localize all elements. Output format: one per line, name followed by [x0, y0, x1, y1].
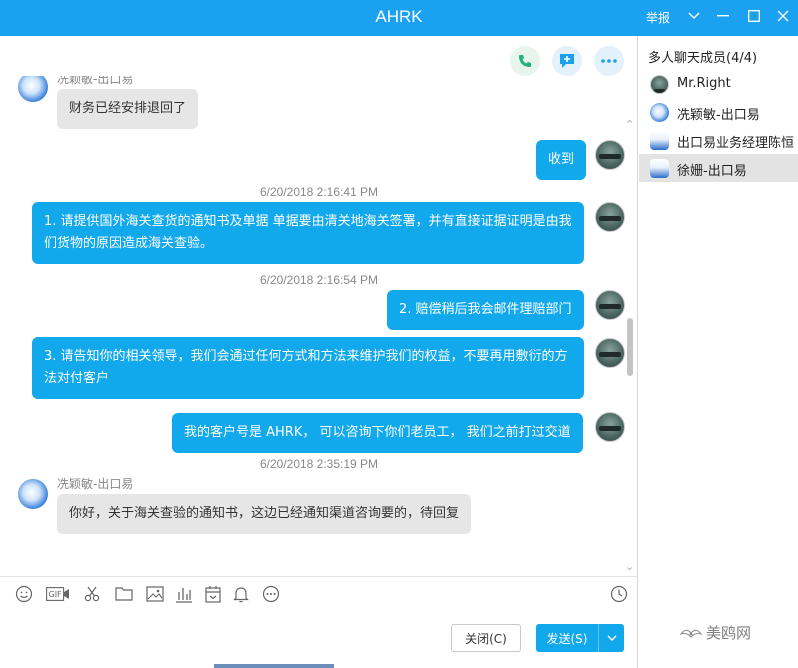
watermark-text: 美鸥网	[706, 624, 752, 642]
close-icon[interactable]	[773, 6, 793, 26]
more-tools-icon[interactable]	[261, 584, 281, 604]
member-name: Mr.Right	[677, 76, 731, 91]
chat-panel: 冼颖敏-出口易 财务已经安排退回了 收到 6/20/2018 2:16:41 P…	[0, 36, 638, 668]
member-item[interactable]: 徐姗-出口易	[639, 154, 798, 182]
member-name: 徐姗-出口易	[677, 164, 747, 179]
message-bubble: 你好，关于海关查验的通知书，这边已经通知渠道咨询要的，待回复	[57, 494, 472, 534]
close-button[interactable]: 关闭(C)	[451, 624, 521, 652]
avatar	[595, 140, 625, 170]
member-name: 出口易业务经理陈恒	[677, 136, 795, 151]
bird-logo-icon	[680, 629, 702, 638]
maximize-icon[interactable]	[744, 6, 764, 26]
chevron-down-icon[interactable]	[684, 6, 704, 26]
member-list-title: 多人聊天成员(4/4)	[648, 51, 758, 66]
minimize-icon[interactable]	[713, 6, 733, 26]
image-icon[interactable]	[145, 584, 165, 604]
taskbar-edge	[214, 664, 334, 668]
avatar	[650, 75, 669, 94]
avatar	[595, 290, 625, 320]
message-scrollbar[interactable]	[627, 318, 633, 376]
title-bar: AHRK 举报	[0, 0, 798, 36]
message-sender: 冼颖敏-出口易	[57, 477, 134, 491]
folder-icon[interactable]	[114, 584, 134, 604]
send-options-button[interactable]	[598, 624, 624, 652]
member-item[interactable]: 出口易业务经理陈恒	[639, 126, 798, 154]
window-title: AHRK	[375, 7, 423, 26]
message-bubble: 2. 赔偿稍后我会邮件理赔部门	[387, 290, 584, 330]
avatar	[18, 76, 48, 102]
avatar	[18, 479, 48, 509]
avatar	[650, 131, 669, 150]
bell-icon[interactable]	[231, 584, 251, 604]
member-panel: 多人聊天成员(4/4) Mr.Right 冼颖敏-出口易 出口易业务经理陈恒 徐…	[639, 36, 798, 668]
send-button[interactable]: 发送(S)	[536, 624, 598, 652]
message-bubble: 1. 请提供国外海关查货的通知书及单据 单据要由清关地海关签署，并有直接证据证明…	[32, 202, 584, 264]
svg-text:GIF: GIF	[49, 590, 63, 599]
avatar	[595, 338, 625, 368]
report-button[interactable]: 举报	[646, 9, 670, 26]
chat-plus-icon	[560, 54, 574, 68]
message-bubble: 3. 请告知你的相关领导，我们会通过任何方式和方法来维护我们的权益，不要再用敷衍…	[32, 337, 584, 399]
member-item[interactable]: Mr.Right	[639, 70, 798, 98]
message-timestamp: 6/20/2018 2:35:19 PM	[259, 457, 379, 471]
more-icon	[601, 59, 617, 63]
expand-icon[interactable]: ⌄	[625, 560, 634, 573]
collapse-icon[interactable]: ⌃	[625, 118, 634, 131]
history-clock-icon[interactable]	[609, 584, 629, 604]
add-message-button[interactable]	[552, 46, 582, 76]
message-list[interactable]: 冼颖敏-出口易 财务已经安排退回了 收到 6/20/2018 2:16:41 P…	[0, 76, 638, 576]
calendar-icon[interactable]	[203, 584, 223, 604]
more-options-button[interactable]	[594, 46, 624, 76]
avatar	[595, 412, 625, 442]
watermark: 美鸥网	[680, 622, 751, 643]
message-bubble: 我的客户号是 AHRK， 可以咨询下你们老员工， 我们之前打过交道	[172, 413, 583, 453]
message-sender: 冼颖敏-出口易	[57, 76, 134, 86]
avatar	[595, 202, 625, 232]
input-toolbar: GIF	[0, 576, 638, 610]
scissors-icon[interactable]	[82, 584, 102, 604]
voice-call-button[interactable]	[510, 46, 540, 76]
chevron-down-icon	[607, 635, 616, 641]
emoji-icon[interactable]	[14, 584, 34, 604]
avatar	[650, 103, 669, 122]
member-name: 冼颖敏-出口易	[677, 108, 760, 123]
member-item[interactable]: 冼颖敏-出口易	[639, 98, 798, 126]
phone-icon	[519, 55, 531, 67]
message-bubble: 财务已经安排退回了	[57, 89, 199, 129]
message-bubble: 收到	[536, 140, 587, 180]
chart-icon[interactable]	[174, 584, 194, 604]
avatar	[650, 159, 669, 178]
gif-icon[interactable]: GIF	[46, 584, 70, 604]
message-timestamp: 6/20/2018 2:16:41 PM	[259, 185, 379, 199]
message-timestamp: 6/20/2018 2:16:54 PM	[259, 273, 379, 287]
